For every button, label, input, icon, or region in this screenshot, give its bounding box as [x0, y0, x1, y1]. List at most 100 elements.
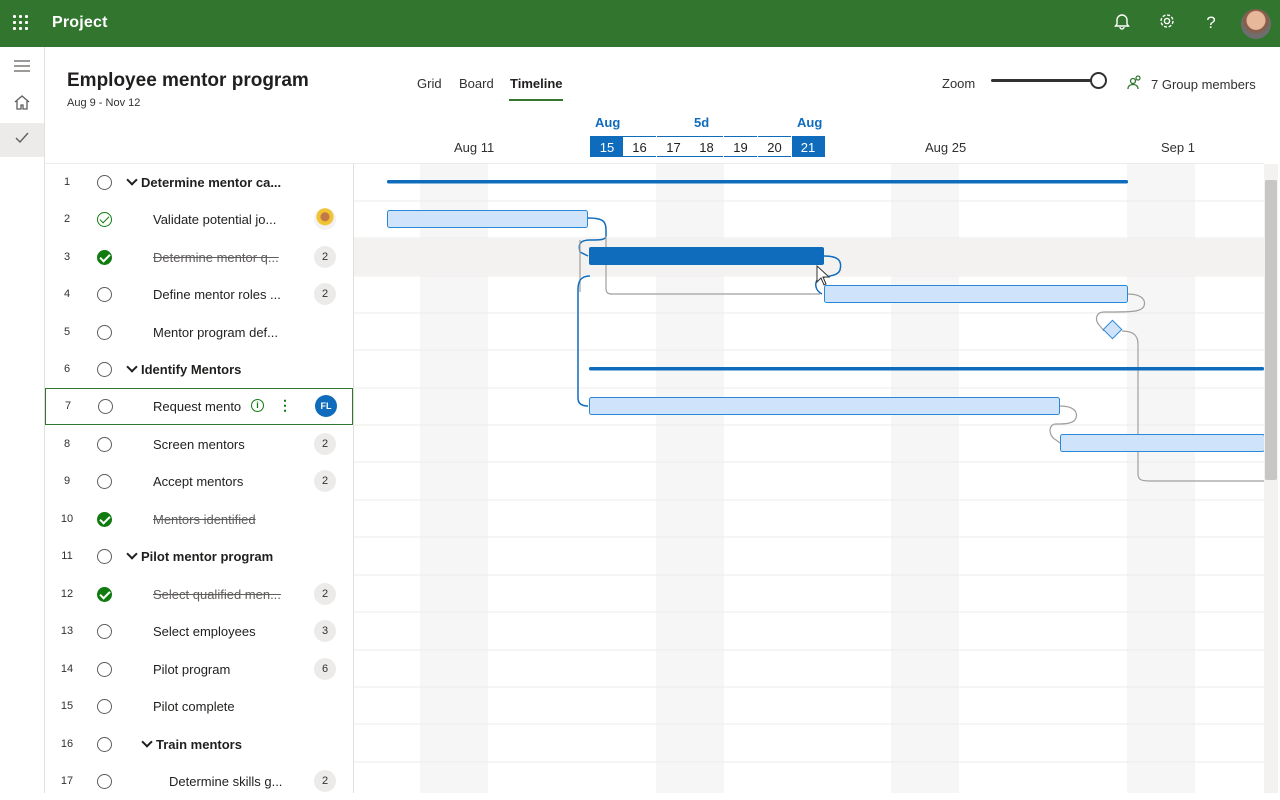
chevron-down-icon[interactable] — [126, 174, 138, 186]
task-complete-icon[interactable] — [97, 587, 112, 602]
assignee-count-badge[interactable]: 3 — [314, 620, 336, 642]
task-row[interactable]: 5 Mentor program def... — [45, 314, 353, 351]
task-name[interactable]: Request mento — [153, 399, 241, 414]
task-status-circle[interactable] — [97, 362, 112, 377]
scrollbar-thumb[interactable] — [1265, 180, 1277, 480]
task-status-circle[interactable] — [97, 474, 112, 489]
user-avatar[interactable] — [1241, 9, 1271, 39]
dependency-link — [1121, 330, 1264, 482]
task-name[interactable]: Determine mentor q... — [153, 250, 279, 265]
task-status-circle[interactable] — [97, 549, 112, 564]
task-row[interactable]: 2 Validate potential jo... — [45, 201, 353, 238]
task-name[interactable]: Define mentor roles ... — [153, 287, 281, 302]
waffle-icon[interactable] — [13, 15, 29, 31]
task-row[interactable]: 6 Identify Mentors — [45, 351, 353, 388]
task-name[interactable]: Select qualified men... — [153, 587, 281, 602]
row-number: 11 — [61, 550, 73, 562]
task-status-circle[interactable] — [97, 175, 112, 190]
row-number: 6 — [63, 363, 71, 375]
task-row[interactable]: 8 Screen mentors 2 — [45, 426, 353, 463]
task-row[interactable]: 16 Train mentors — [45, 726, 353, 763]
task-row[interactable]: 1 Determine mentor ca... — [45, 164, 353, 201]
assignee-count-badge[interactable]: 2 — [314, 470, 336, 492]
week-label: Sep 1 — [1161, 140, 1195, 155]
task-name[interactable]: Accept mentors — [153, 474, 243, 489]
assignee-count-badge[interactable]: 2 — [314, 246, 336, 268]
chevron-down-icon[interactable] — [126, 548, 138, 560]
task-name[interactable]: Pilot complete — [153, 699, 235, 714]
info-icon[interactable]: i — [251, 399, 264, 412]
task-status-circle[interactable] — [97, 212, 112, 227]
row-number: 1 — [63, 176, 71, 188]
task-name: Pilot mentor program — [141, 549, 274, 564]
day-cell: 18 — [690, 136, 723, 157]
task-status-circle[interactable] — [97, 774, 112, 789]
zoom-slider-thumb[interactable] — [1090, 72, 1107, 89]
weekend-stripe — [420, 164, 488, 793]
zoom-slider-track[interactable] — [991, 79, 1091, 82]
check-icon[interactable] — [0, 123, 44, 157]
weekend-stripe — [656, 164, 724, 793]
tab-grid[interactable]: Grid — [417, 76, 442, 91]
assignee-count-badge[interactable]: 2 — [314, 283, 336, 305]
task-row[interactable]: 10 Mentors identified — [45, 501, 353, 538]
day-cell: 16 — [623, 136, 656, 157]
assignee-count-badge[interactable]: 2 — [314, 583, 336, 605]
task-name[interactable]: Mentors identified — [153, 512, 256, 527]
task-row-focused[interactable]: 7 Request mento i ⋮ FL — [45, 388, 353, 425]
task-status-circle[interactable] — [97, 287, 112, 302]
row-number: 12 — [60, 588, 74, 600]
task-complete-icon[interactable] — [97, 512, 112, 527]
home-icon[interactable] — [0, 89, 44, 123]
task-row[interactable]: 3 Determine mentor q... 2 — [45, 239, 353, 276]
assignee-avatar[interactable]: FL — [315, 395, 337, 417]
task-row[interactable]: 15 Pilot complete — [45, 688, 353, 725]
task-row[interactable]: 17 Determine skills g... 2 — [45, 763, 353, 800]
task-status-circle[interactable] — [98, 399, 113, 414]
more-icon[interactable]: ⋮ — [278, 397, 292, 414]
task-name[interactable]: Pilot program — [153, 662, 230, 677]
task-name[interactable]: Select employees — [153, 624, 256, 639]
chevron-down-icon[interactable] — [141, 736, 153, 748]
assignee-count-badge[interactable]: 6 — [314, 658, 336, 680]
top-bar: Project ? — [0, 0, 1280, 47]
selected-tab-indicator — [509, 99, 563, 101]
task-row[interactable]: 4 Define mentor roles ... 2 — [45, 276, 353, 313]
task-status-circle[interactable] — [97, 325, 112, 340]
members-icon[interactable] — [1127, 74, 1145, 92]
hamburger-icon[interactable] — [0, 51, 44, 85]
assignee-avatar[interactable] — [314, 208, 336, 230]
task-row[interactable]: 12 Select qualified men... 2 — [45, 576, 353, 613]
row-number: 5 — [63, 326, 71, 338]
task-status-circle[interactable] — [97, 737, 112, 752]
task-name[interactable]: Validate potential jo... — [153, 212, 276, 227]
help-icon[interactable]: ? — [1200, 12, 1222, 34]
group-members-button[interactable]: 7 Group members — [1151, 77, 1256, 92]
bell-icon[interactable] — [1111, 12, 1133, 34]
tab-board[interactable]: Board — [459, 76, 494, 91]
task-status-circle[interactable] — [97, 437, 112, 452]
task-status-circle[interactable] — [97, 699, 112, 714]
dependency-link — [577, 275, 591, 407]
task-row[interactable]: 11 Pilot mentor program — [45, 538, 353, 575]
chevron-down-icon[interactable] — [126, 361, 138, 373]
task-row[interactable]: 9 Accept mentors 2 — [45, 463, 353, 500]
row-number: 14 — [60, 663, 74, 675]
task-status-circle[interactable] — [97, 662, 112, 677]
task-row[interactable]: 13 Select employees 3 — [45, 613, 353, 650]
assignee-count-badge[interactable]: 2 — [314, 433, 336, 455]
task-name[interactable]: Screen mentors — [153, 437, 245, 452]
app-name[interactable]: Project — [52, 14, 108, 32]
assignee-count-badge[interactable]: 2 — [314, 770, 336, 792]
task-row[interactable]: 14 Pilot program 6 — [45, 651, 353, 688]
selection-start-month: Aug — [595, 115, 621, 130]
day-cell: 15 — [590, 136, 623, 157]
row-number: 16 — [60, 738, 74, 750]
task-complete-icon[interactable] — [97, 250, 112, 265]
task-name[interactable]: Determine skills g... — [169, 774, 282, 789]
task-status-circle[interactable] — [97, 624, 112, 639]
summary-bar — [387, 180, 1128, 184]
task-name[interactable]: Mentor program def... — [153, 325, 278, 340]
settings-icon[interactable] — [1156, 12, 1178, 34]
tab-timeline[interactable]: Timeline — [510, 76, 563, 91]
